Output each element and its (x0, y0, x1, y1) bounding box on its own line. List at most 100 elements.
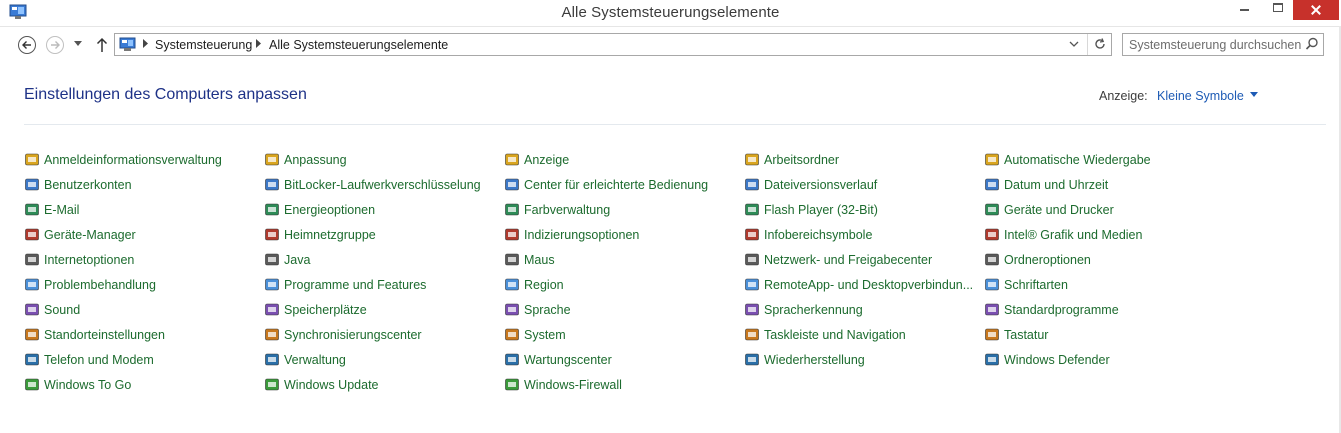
action-center-flag-icon (504, 352, 520, 368)
control-panel-item-label: Geräte-Manager (44, 228, 136, 242)
address-bar[interactable]: Systemsteuerung Alle Systemsteuerungsele… (114, 33, 1112, 56)
forward-button[interactable] (46, 36, 64, 54)
control-panel-item-label: Energieoptionen (284, 203, 376, 217)
mail-icon (24, 202, 40, 218)
back-button[interactable] (18, 36, 36, 54)
color-management-icon (504, 202, 520, 218)
control-panel-item-label: Windows To Go (44, 378, 132, 392)
control-panel-item-label: Geräte und Drucker (1004, 203, 1114, 217)
bitlocker-icon (264, 177, 280, 193)
chevron-right-icon[interactable] (255, 39, 261, 48)
chevron-right-icon[interactable] (142, 39, 148, 48)
system-icon (504, 327, 520, 343)
control-panel-item-label: Speicherplätze (284, 303, 367, 317)
control-panel-item-label: BitLocker-Laufwerkverschlüsselung (284, 178, 481, 192)
search-box[interactable] (1122, 33, 1324, 56)
control-panel-item-label: Wiederherstellung (764, 353, 865, 367)
control-panel-item-label: Programme und Features (284, 278, 427, 292)
refresh-button[interactable] (1087, 34, 1111, 55)
display-icon (504, 152, 520, 168)
flash-player-icon (744, 202, 760, 218)
notification-area-icon (744, 227, 760, 243)
control-panel-item-label: Synchronisierungscenter (284, 328, 422, 342)
region-icon (504, 277, 520, 293)
homegroup-icon (264, 227, 280, 243)
arrow-up-icon[interactable] (95, 37, 109, 53)
divider (24, 124, 1326, 125)
arrow-left-icon (22, 41, 31, 49)
troubleshooting-icon (24, 277, 40, 293)
close-button[interactable] (1293, 0, 1339, 20)
control-panel-item-label: Wartungscenter (524, 353, 612, 367)
file-history-icon (744, 177, 760, 193)
remoteapp-icon (744, 277, 760, 293)
folder-options-icon (984, 252, 1000, 268)
control-panel-item-label: Region (524, 278, 564, 292)
intel-graphics-icon (984, 227, 1000, 243)
dropdown-arrow-icon[interactable] (1249, 92, 1258, 98)
java-icon (264, 252, 280, 268)
control-panel-item-label: Ordneroptionen (1004, 253, 1091, 267)
window-title: Alle Systemsteuerungselemente (561, 4, 780, 21)
minimize-button[interactable] (1225, 0, 1263, 20)
language-icon (504, 302, 520, 318)
internet-options-icon (24, 252, 40, 268)
view-selector-value[interactable]: Kleine Symbole (1157, 89, 1244, 103)
arrow-right-icon (51, 41, 60, 49)
administrative-tools-icon (264, 352, 280, 368)
control-panel-item-label: Windows Defender (1004, 353, 1110, 367)
ease-of-access-icon (504, 177, 520, 193)
control-panel-item-label: Anzeige (524, 153, 570, 167)
windows-to-go-icon (24, 377, 40, 393)
control-panel-item-label: Flash Player (32-Bit) (764, 203, 878, 217)
fonts-icon (984, 277, 1000, 293)
control-panel-item-label: Internetoptionen (44, 253, 135, 267)
control-panel-item-label: Sprache (524, 303, 571, 317)
maximize-button[interactable] (1263, 0, 1293, 20)
control-panel-item-label: Tastatur (1004, 328, 1049, 342)
chevron-down-icon[interactable] (1069, 41, 1079, 47)
control-panel-item-label: Arbeitsordner (764, 153, 840, 167)
taskbar-icon (744, 327, 760, 343)
programs-icon (264, 277, 280, 293)
location-icon (24, 327, 40, 343)
control-panel-item-label: Datum und Uhrzeit (1004, 178, 1109, 192)
control-panel-item-label: E-Mail (44, 203, 80, 217)
chevron-down-icon[interactable] (74, 39, 82, 47)
control-panel-item-label: Verwaltung (284, 353, 346, 367)
view-label: Anzeige: (1099, 89, 1148, 103)
windows-defender-icon (984, 352, 1000, 368)
control-panel-item-label: Problembehandlung (44, 278, 156, 292)
control-panel-item-label: Center für erleichterte Bedienung (524, 178, 709, 192)
search-icon[interactable] (1305, 37, 1319, 51)
control-panel-item-label: Farbverwaltung (524, 203, 611, 217)
phone-modem-icon (24, 352, 40, 368)
default-programs-icon (984, 302, 1000, 318)
view-selector[interactable]: Kleine Symbole (1157, 89, 1258, 103)
control-panel-item-label: Spracherkennung (764, 303, 863, 317)
recovery-icon (744, 352, 760, 368)
control-panel-item-label: Windows Update (284, 378, 379, 392)
storage-spaces-icon (264, 302, 280, 318)
control-panel-item-label: Taskleiste und Navigation (764, 328, 906, 342)
device-manager-icon (24, 227, 40, 243)
control-panel-item-label: Automatische Wiedergabe (1004, 153, 1151, 167)
breadcrumb-systemsteuerung[interactable]: Systemsteuerung (155, 38, 252, 52)
refresh-icon (1095, 38, 1105, 49)
control-panel-item-label: Benutzerkonten (44, 178, 132, 192)
speaker-icon (24, 302, 40, 318)
personalization-icon (264, 152, 280, 168)
mouse-icon (504, 252, 520, 268)
credential-vault-icon (24, 152, 40, 168)
control-panel-item-label: Anmeldeinformationsverwaltung (44, 153, 222, 167)
control-panel-item-label: Indizierungsoptionen (524, 228, 640, 242)
breadcrumb-alle-elemente[interactable]: Alle Systemsteuerungselemente (269, 38, 448, 52)
firewall-icon (504, 377, 520, 393)
power-options-icon (264, 202, 280, 218)
search-input[interactable] (1123, 34, 1303, 55)
keyboard-icon (984, 327, 1000, 343)
control-panel-item-label: Intel® Grafik und Medien (1004, 228, 1143, 242)
control-panel-item-label: System (524, 328, 566, 342)
control-panel-item-label: Sound (44, 303, 81, 317)
printer-icon (984, 202, 1000, 218)
